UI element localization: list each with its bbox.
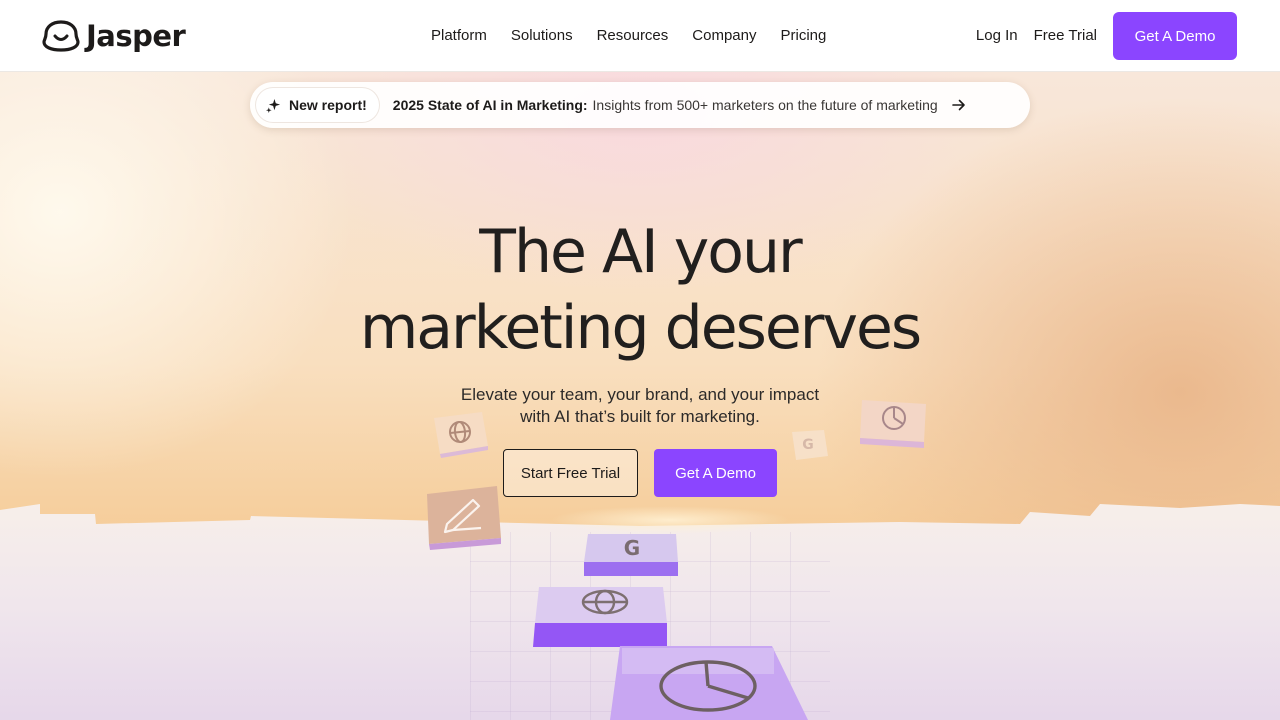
site-header: Jasper Platform Solutions Resources Comp…: [0, 0, 1280, 72]
smiley-face-icon: [42, 20, 80, 52]
floating-tile-pencil: [423, 484, 505, 552]
floating-tile-pie: [608, 644, 828, 720]
get-demo-button-header[interactable]: Get A Demo: [1113, 12, 1237, 60]
sparkle-icon: [266, 98, 281, 113]
start-free-trial-button[interactable]: Start Free Trial: [503, 449, 638, 497]
header-actions: Log In Free Trial Get A Demo: [976, 12, 1237, 60]
google-g-icon: G: [802, 437, 814, 453]
nav-pricing[interactable]: Pricing: [780, 24, 826, 48]
free-trial-link[interactable]: Free Trial: [1034, 12, 1097, 60]
subheading-line-2: with AI that’s built for marketing.: [520, 407, 760, 426]
headline-line-1: The AI your: [479, 217, 802, 287]
hero-cta-group: Start Free Trial Get A Demo: [503, 449, 777, 497]
nav-company[interactable]: Company: [692, 24, 756, 48]
new-report-badge: New report!: [256, 88, 379, 122]
announcement-title: 2025 State of AI in Marketing:: [392, 97, 588, 113]
hero-subheading: Elevate your team, your brand, and your …: [390, 384, 890, 428]
floating-tile-google: G: [582, 532, 682, 578]
arrow-right-icon: [951, 99, 965, 111]
nav-resources[interactable]: Resources: [597, 24, 669, 48]
floating-tile-globe: [531, 585, 671, 651]
main-nav: Platform Solutions Resources Company Pri…: [431, 24, 826, 48]
login-link[interactable]: Log In: [976, 12, 1018, 60]
headline-line-2: marketing deserves: [359, 293, 922, 363]
get-demo-button[interactable]: Get A Demo: [654, 449, 777, 497]
jasper-logo[interactable]: Jasper: [42, 16, 186, 56]
nav-platform[interactable]: Platform: [431, 24, 487, 48]
google-g-icon: G: [624, 536, 640, 560]
hero-headline: The AI your marketing deserves: [240, 214, 1040, 366]
logo-text: Jasper: [86, 19, 186, 53]
announcement-banner[interactable]: New report! 2025 State of AI in Marketin…: [250, 82, 1030, 128]
announcement-body: Insights from 500+ marketers on the futu…: [592, 97, 938, 113]
nav-solutions[interactable]: Solutions: [511, 24, 573, 48]
subheading-line-1: Elevate your team, your brand, and your …: [460, 385, 820, 404]
floating-tile-google-small: G: [790, 428, 830, 464]
badge-label: New report!: [289, 97, 367, 113]
